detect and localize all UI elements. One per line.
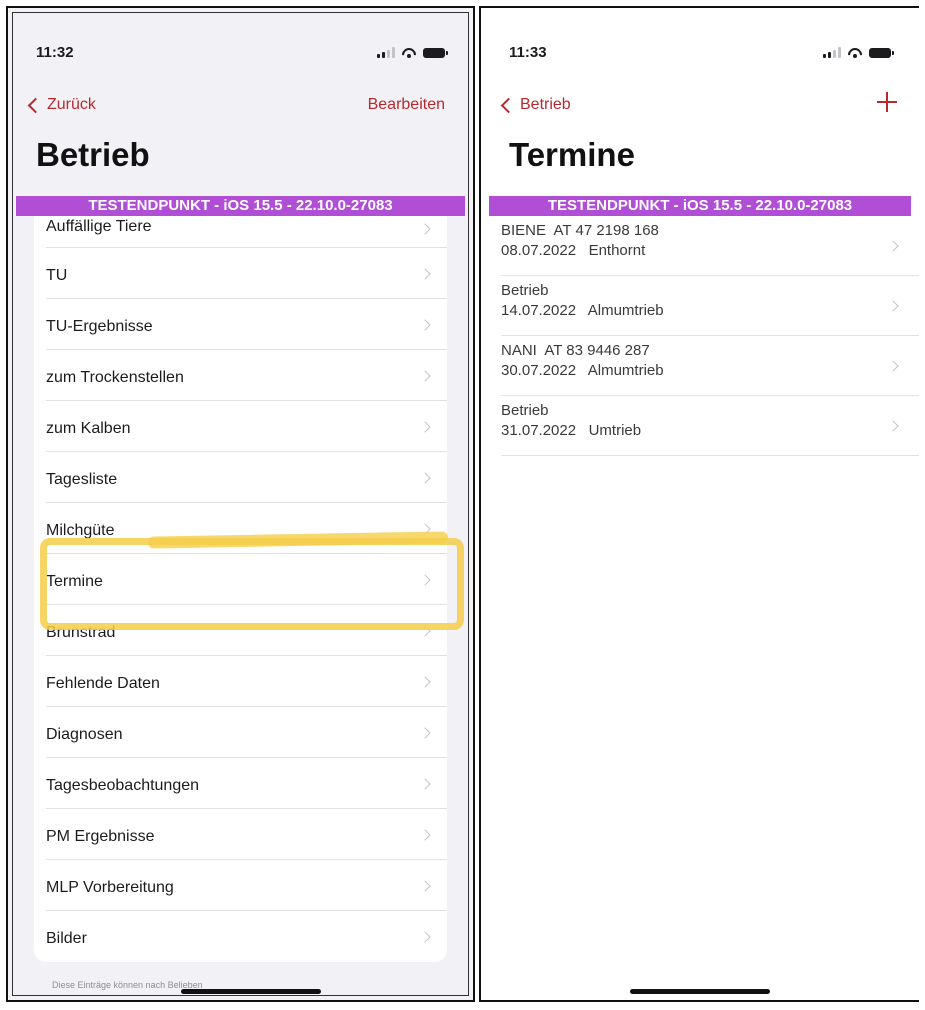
navigation-bar: Betrieb xyxy=(481,92,919,126)
list-item[interactable]: Tagesbeobachtungen xyxy=(34,758,447,809)
status-bar: 11:32 xyxy=(8,8,473,68)
list-item[interactable]: NANI AT 83 9446 287 30.07.2022 Almumtrie… xyxy=(481,336,919,396)
chevron-right-icon xyxy=(887,240,899,252)
list-item[interactable]: Bilder xyxy=(34,911,447,962)
list-item-label: MLP Vorbereitung xyxy=(46,879,174,896)
chevron-right-icon xyxy=(419,675,431,688)
status-icons xyxy=(377,46,448,58)
list-item-label: PM Ergebnisse xyxy=(46,828,155,845)
list-item[interactable]: TU xyxy=(34,248,447,299)
wifi-icon xyxy=(847,47,863,58)
separator xyxy=(501,455,919,456)
chevron-left-icon xyxy=(500,97,517,114)
chevron-left-icon xyxy=(27,97,44,114)
appointment-subject: BIENE AT 47 2198 168 xyxy=(501,222,659,239)
list-item-label: Milchgüte xyxy=(46,522,115,539)
chevron-right-icon xyxy=(419,369,431,382)
list-item-label: zum Kalben xyxy=(46,420,131,437)
appointments-list: BIENE AT 47 2198 168 08.07.2022 Enthornt… xyxy=(481,216,919,456)
list-item[interactable]: Fehlende Daten xyxy=(34,656,447,707)
list-item[interactable]: TU-Ergebnisse xyxy=(34,299,447,350)
list-item-label: Termine xyxy=(46,573,103,590)
appointment-date-type: 30.07.2022 Almumtrieb xyxy=(501,362,664,379)
list-item-label: zum Trockenstellen xyxy=(46,369,184,386)
list-item-label: TU xyxy=(46,267,68,284)
list-item[interactable]: Auffällige Tiere xyxy=(34,216,447,248)
chevron-right-icon xyxy=(419,471,431,484)
list-item[interactable]: Tagesliste xyxy=(34,452,447,503)
list-item-label: Brunstrad xyxy=(46,624,116,641)
chevron-right-icon xyxy=(887,300,899,312)
status-icons xyxy=(823,46,894,58)
left-screen: 11:32 Zurück Bearbeiten Betrieb TESTENDP… xyxy=(6,6,475,1002)
appointment-date-type: 14.07.2022 Almumtrieb xyxy=(501,302,664,319)
chevron-right-icon xyxy=(419,420,431,433)
status-time: 11:33 xyxy=(509,44,547,61)
appointment-subject: Betrieb xyxy=(501,402,549,419)
chevron-right-icon xyxy=(419,777,431,790)
list-item[interactable]: Brunstrad xyxy=(34,605,447,656)
appointment-date-type: 31.07.2022 Umtrieb xyxy=(501,422,642,439)
back-button-label: Zurück xyxy=(47,96,96,113)
list-item-label: Tagesbeobachtungen xyxy=(46,777,200,794)
list-item[interactable]: PM Ergebnisse xyxy=(34,809,447,860)
list-item[interactable]: BIENE AT 47 2198 168 08.07.2022 Enthornt xyxy=(481,216,919,276)
battery-icon xyxy=(423,48,448,58)
chevron-right-icon xyxy=(419,267,431,280)
chevron-right-icon xyxy=(887,420,899,432)
cellular-signal-icon xyxy=(823,47,841,58)
page-title: Termine xyxy=(509,136,635,173)
appointment-subject: Betrieb xyxy=(501,282,549,299)
chevron-right-icon xyxy=(419,624,431,637)
list-item-label: Fehlende Daten xyxy=(46,675,160,692)
chevron-right-icon xyxy=(419,223,431,235)
back-button[interactable]: Zurück xyxy=(27,96,96,114)
wifi-icon xyxy=(401,47,417,58)
chevron-right-icon xyxy=(419,828,431,841)
status-bar: 11:33 xyxy=(481,8,919,68)
page-title: Betrieb xyxy=(36,136,150,173)
battery-icon xyxy=(869,48,894,58)
chevron-right-icon xyxy=(419,573,431,586)
home-indicator[interactable] xyxy=(630,989,770,994)
environment-banner: TESTENDPUNKT - iOS 15.5 - 22.10.0-27083 xyxy=(16,196,465,216)
navigation-bar: Zurück Bearbeiten xyxy=(8,96,473,126)
appointment-date-type: 08.07.2022 Enthornt xyxy=(501,242,646,259)
list-item[interactable]: Betrieb 14.07.2022 Almumtrieb xyxy=(481,276,919,336)
right-screen: 11:33 Betrieb Termine TESTENDPUNKT - iOS… xyxy=(479,6,919,1002)
list-item-label: Diagnosen xyxy=(46,726,123,743)
cellular-signal-icon xyxy=(377,47,395,58)
chevron-right-icon xyxy=(419,726,431,739)
chevron-right-icon xyxy=(887,360,899,372)
list-item[interactable]: Betrieb 31.07.2022 Umtrieb xyxy=(481,396,919,456)
edit-button[interactable]: Bearbeiten xyxy=(368,96,445,114)
list-item[interactable]: Diagnosen xyxy=(34,707,447,758)
chevron-right-icon xyxy=(419,318,431,331)
chevron-right-icon xyxy=(419,930,431,943)
list-item[interactable]: zum Kalben xyxy=(34,401,447,452)
plus-icon[interactable] xyxy=(877,92,897,112)
list-item-label: Tagesliste xyxy=(46,471,118,488)
footer-note: Diese Einträge können nach Belieben xyxy=(52,980,203,990)
back-button-label: Betrieb xyxy=(520,96,571,113)
home-indicator[interactable] xyxy=(180,989,321,994)
back-button[interactable]: Betrieb xyxy=(500,96,571,114)
list-item-label: Bilder xyxy=(46,930,87,947)
list-item[interactable]: zum Trockenstellen xyxy=(34,350,447,401)
status-time: 11:32 xyxy=(36,44,74,61)
appointment-subject: NANI AT 83 9446 287 xyxy=(501,342,650,359)
chevron-right-icon xyxy=(419,879,431,892)
list-item-label: Auffällige Tiere xyxy=(46,218,152,235)
environment-banner: TESTENDPUNKT - iOS 15.5 - 22.10.0-27083 xyxy=(489,196,911,216)
menu-list: Auffällige Tiere TU TU-Ergebnisse zum Tr… xyxy=(34,216,447,962)
list-item-termine[interactable]: Termine xyxy=(34,554,447,605)
list-item-label: TU-Ergebnisse xyxy=(46,318,153,335)
list-item[interactable]: MLP Vorbereitung xyxy=(34,860,447,911)
